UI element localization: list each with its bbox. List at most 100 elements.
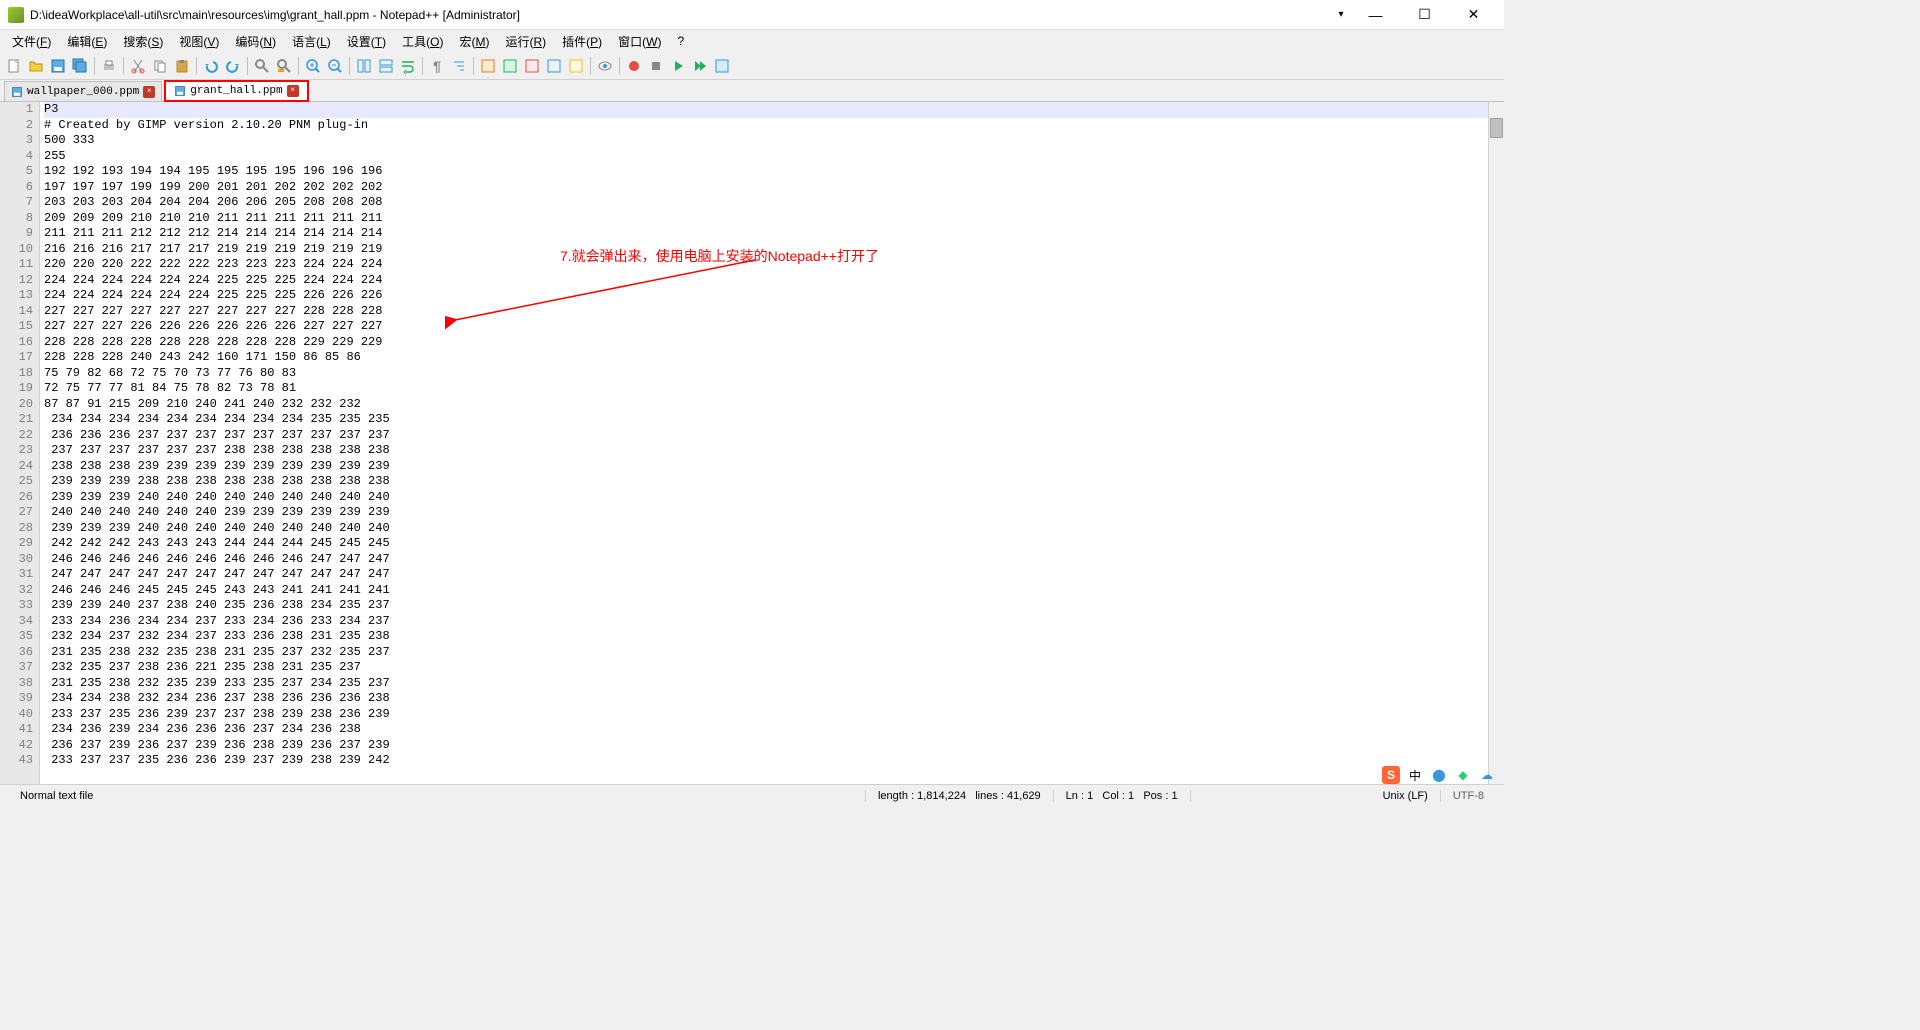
- editor-line[interactable]: 231 235 238 232 235 239 233 235 237 234 …: [44, 676, 1504, 692]
- editor-line[interactable]: 234 234 234 234 234 234 234 234 234 235 …: [44, 412, 1504, 428]
- save-icon[interactable]: [48, 56, 68, 76]
- show-all-chars-icon[interactable]: ¶: [427, 56, 447, 76]
- wrap-icon[interactable]: [398, 56, 418, 76]
- editor-line[interactable]: 242 242 242 243 243 243 244 244 244 245 …: [44, 536, 1504, 552]
- menu-item[interactable]: 编辑(E): [59, 31, 115, 52]
- editor-line[interactable]: 224 224 224 224 224 224 225 225 225 226 …: [44, 288, 1504, 304]
- editor-line[interactable]: 238 238 238 239 239 239 239 239 239 239 …: [44, 459, 1504, 475]
- editor-line[interactable]: 232 234 237 232 234 237 233 236 238 231 …: [44, 629, 1504, 645]
- editor-line[interactable]: 233 234 236 234 234 237 233 234 236 233 …: [44, 614, 1504, 630]
- menu-item[interactable]: 运行(R): [497, 31, 554, 52]
- menu-item[interactable]: 设置(T): [339, 31, 394, 52]
- menu-item[interactable]: ?: [669, 32, 692, 50]
- open-file-icon[interactable]: [26, 56, 46, 76]
- macro-stop-icon[interactable]: [646, 56, 666, 76]
- replace-icon[interactable]: [274, 56, 294, 76]
- copy-icon[interactable]: [150, 56, 170, 76]
- vertical-scrollbar[interactable]: [1488, 102, 1504, 784]
- minimize-button[interactable]: —: [1353, 1, 1398, 29]
- editor-line[interactable]: 500 333: [44, 133, 1504, 149]
- zoom-out-icon[interactable]: [325, 56, 345, 76]
- macro-save-icon[interactable]: [712, 56, 732, 76]
- undo-icon[interactable]: [201, 56, 221, 76]
- sync-h-icon[interactable]: [376, 56, 396, 76]
- editor-line[interactable]: 211 211 211 212 212 212 214 214 214 214 …: [44, 226, 1504, 242]
- tray-icon-1[interactable]: ⬤: [1430, 766, 1448, 784]
- ime-indicator-icon[interactable]: S: [1382, 766, 1400, 784]
- scrollbar-thumb[interactable]: [1490, 118, 1503, 138]
- editor-line[interactable]: 192 192 193 194 194 195 195 195 195 196 …: [44, 164, 1504, 180]
- monitoring-icon[interactable]: [595, 56, 615, 76]
- toolbar-overflow-icon[interactable]: ▾: [1329, 5, 1353, 25]
- editor-line[interactable]: 228 228 228 240 243 242 160 171 150 86 8…: [44, 350, 1504, 366]
- editor-line[interactable]: 234 236 239 234 236 236 236 237 234 236 …: [44, 722, 1504, 738]
- editor-line[interactable]: 224 224 224 224 224 224 225 225 225 224 …: [44, 273, 1504, 289]
- editor-line[interactable]: 87 87 91 215 209 210 240 241 240 232 232…: [44, 397, 1504, 413]
- save-all-icon[interactable]: [70, 56, 90, 76]
- folder-as-workspace-icon[interactable]: [566, 56, 586, 76]
- zoom-in-icon[interactable]: [303, 56, 323, 76]
- macro-play-icon[interactable]: [668, 56, 688, 76]
- editor-line[interactable]: 233 237 235 236 239 237 237 238 239 238 …: [44, 707, 1504, 723]
- new-file-icon[interactable]: [4, 56, 24, 76]
- tray-icon-3[interactable]: ☁: [1478, 766, 1496, 784]
- editor-line[interactable]: 246 246 246 245 245 245 243 243 241 241 …: [44, 583, 1504, 599]
- editor-line[interactable]: 231 235 238 232 235 238 231 235 237 232 …: [44, 645, 1504, 661]
- file-tab[interactable]: grant_hall.ppm×: [164, 80, 308, 102]
- editor-line[interactable]: 255: [44, 149, 1504, 165]
- editor-line[interactable]: 203 203 203 204 204 204 206 206 205 208 …: [44, 195, 1504, 211]
- editor-line[interactable]: 239 239 239 240 240 240 240 240 240 240 …: [44, 490, 1504, 506]
- print-icon[interactable]: [99, 56, 119, 76]
- editor-line[interactable]: 247 247 247 247 247 247 247 247 247 247 …: [44, 567, 1504, 583]
- find-icon[interactable]: [252, 56, 272, 76]
- menu-item[interactable]: 窗口(W): [610, 31, 669, 52]
- maximize-button[interactable]: ☐: [1402, 1, 1447, 29]
- editor-line[interactable]: 233 237 237 235 236 236 239 237 239 238 …: [44, 753, 1504, 769]
- sync-v-icon[interactable]: [354, 56, 374, 76]
- menu-item[interactable]: 搜索(S): [115, 31, 171, 52]
- editor-line[interactable]: 75 79 82 68 72 75 70 73 77 76 80 83: [44, 366, 1504, 382]
- menu-item[interactable]: 宏(M): [451, 31, 497, 52]
- tray-icon-2[interactable]: ◆: [1454, 766, 1472, 784]
- close-button[interactable]: ✕: [1451, 1, 1496, 29]
- editor-line[interactable]: 232 235 237 238 236 221 235 238 231 235 …: [44, 660, 1504, 676]
- editor-line[interactable]: 239 239 239 238 238 238 238 238 238 238 …: [44, 474, 1504, 490]
- editor-line[interactable]: 237 237 237 237 237 237 238 238 238 238 …: [44, 443, 1504, 459]
- editor-line[interactable]: 227 227 227 226 226 226 226 226 226 227 …: [44, 319, 1504, 335]
- cut-icon[interactable]: [128, 56, 148, 76]
- editor-line[interactable]: 236 236 236 237 237 237 237 237 237 237 …: [44, 428, 1504, 444]
- editor-line[interactable]: 239 239 239 240 240 240 240 240 240 240 …: [44, 521, 1504, 537]
- editor-line[interactable]: 240 240 240 240 240 240 239 239 239 239 …: [44, 505, 1504, 521]
- editor-line[interactable]: 72 75 77 77 81 84 75 78 82 73 78 81: [44, 381, 1504, 397]
- indent-guide-icon[interactable]: [449, 56, 469, 76]
- macro-play-multi-icon[interactable]: [690, 56, 710, 76]
- menu-item[interactable]: 编码(N): [227, 31, 284, 52]
- user-lang-icon[interactable]: [478, 56, 498, 76]
- menu-item[interactable]: 语言(L): [284, 31, 339, 52]
- tab-close-icon[interactable]: ×: [143, 86, 155, 98]
- editor-line[interactable]: 234 234 238 232 234 236 237 238 236 236 …: [44, 691, 1504, 707]
- editor-line[interactable]: 239 239 240 237 238 240 235 236 238 234 …: [44, 598, 1504, 614]
- editor-line[interactable]: 209 209 209 210 210 210 211 211 211 211 …: [44, 211, 1504, 227]
- menu-item[interactable]: 插件(P): [554, 31, 610, 52]
- editor-line[interactable]: 197 197 197 199 199 200 201 201 202 202 …: [44, 180, 1504, 196]
- menu-item[interactable]: 视图(V): [171, 31, 227, 52]
- editor-line[interactable]: 227 227 227 227 227 227 227 227 227 228 …: [44, 304, 1504, 320]
- editor-line[interactable]: P3: [44, 102, 1504, 118]
- editor-line[interactable]: 236 237 239 236 237 239 236 238 239 236 …: [44, 738, 1504, 754]
- editor-line[interactable]: 246 246 246 246 246 246 246 246 246 247 …: [44, 552, 1504, 568]
- doc-map-icon[interactable]: [500, 56, 520, 76]
- tab-close-icon[interactable]: ×: [287, 85, 299, 97]
- menu-item[interactable]: 工具(O): [394, 31, 451, 52]
- paste-icon[interactable]: [172, 56, 192, 76]
- macro-record-icon[interactable]: [624, 56, 644, 76]
- editor-line[interactable]: # Created by GIMP version 2.10.20 PNM pl…: [44, 118, 1504, 134]
- redo-icon[interactable]: [223, 56, 243, 76]
- doc-list-icon[interactable]: [522, 56, 542, 76]
- ime-lang-icon[interactable]: 中: [1406, 766, 1424, 784]
- function-list-icon[interactable]: [544, 56, 564, 76]
- text-editor[interactable]: P3# Created by GIMP version 2.10.20 PNM …: [40, 102, 1504, 784]
- menu-item[interactable]: 文件(F): [4, 31, 59, 52]
- editor-line[interactable]: 228 228 228 228 228 228 228 228 228 229 …: [44, 335, 1504, 351]
- file-tab[interactable]: wallpaper_000.ppm×: [4, 81, 162, 101]
